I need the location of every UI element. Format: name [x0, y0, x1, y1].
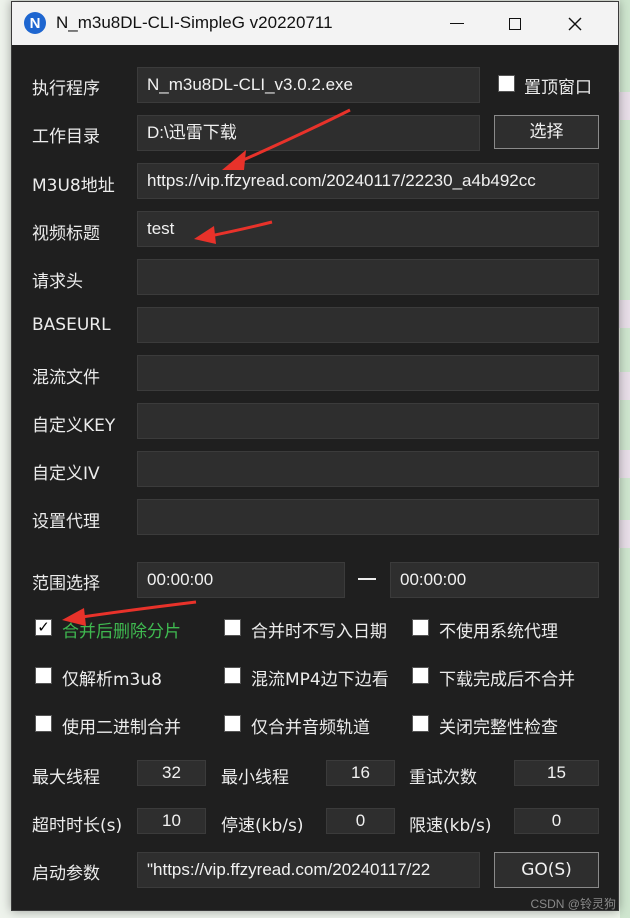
option-checkbox[interactable] [412, 715, 429, 732]
title-label: 视频标题 [32, 224, 100, 244]
mux-file-field[interactable] [137, 355, 599, 391]
stop-speed-label: 停速(kb/s) [221, 816, 304, 836]
key-label: 自定义KEY [32, 416, 116, 436]
m3u8-label: M3U8地址 [32, 176, 115, 196]
min-threads-label: 最小线程 [221, 768, 289, 788]
maximize-button[interactable] [492, 2, 538, 45]
retries-field[interactable]: 15 [514, 760, 599, 786]
title-bar[interactable]: N N_m3u8DL-CLI-SimpleG v20220711 [12, 2, 618, 45]
minimize-button[interactable] [434, 2, 480, 45]
option-label[interactable]: 使用二进制合并 [62, 713, 181, 738]
exe-field[interactable]: N_m3u8DL-CLI_v3.0.2.exe [137, 67, 480, 103]
range-separator [358, 578, 376, 580]
workdir-field[interactable]: D:\迅雷下载 [137, 115, 480, 151]
retries-label: 重试次数 [409, 768, 477, 788]
maximize-icon [509, 17, 521, 30]
option-checkbox[interactable] [224, 715, 241, 732]
go-button[interactable]: GO(S) [494, 852, 599, 888]
baseurl-label: BASEURL [32, 315, 111, 335]
baseurl-field[interactable] [137, 307, 599, 343]
timeout-label: 超时时长(s) [32, 816, 123, 836]
option-checkbox[interactable] [35, 715, 52, 732]
iv-label: 自定义IV [32, 464, 100, 484]
launch-params-label: 启动参数 [32, 864, 100, 884]
option-label[interactable]: 混流MP4边下边看 [251, 665, 389, 690]
max-threads-field[interactable]: 32 [137, 760, 206, 786]
window-title: N_m3u8DL-CLI-SimpleG v20220711 [56, 13, 333, 32]
range-end-field[interactable]: 00:00:00 [390, 562, 599, 598]
option-label[interactable]: 关闭完整性检查 [439, 713, 558, 738]
close-icon [568, 17, 582, 30]
range-label: 范围选择 [32, 574, 100, 594]
limit-speed-field[interactable]: 0 [514, 808, 599, 834]
option-label[interactable]: 仅解析m3u8 [62, 665, 162, 690]
m3u8-url-field[interactable]: https://vip.ffzyread.com/20240117/22230_… [137, 163, 599, 199]
option-checkbox[interactable] [412, 667, 429, 684]
close-button[interactable] [552, 2, 598, 45]
option-label[interactable]: 仅合并音频轨道 [251, 713, 370, 738]
proxy-field[interactable] [137, 499, 599, 535]
option-label[interactable]: 下载完成后不合并 [439, 665, 575, 690]
option-label[interactable]: 不使用系统代理 [439, 617, 558, 642]
headers-label: 请求头 [32, 272, 83, 292]
topmost-checkbox[interactable] [498, 75, 515, 92]
checkmark-icon: ✓ [37, 618, 50, 636]
option-checkbox[interactable] [35, 667, 52, 684]
timeout-field[interactable]: 10 [137, 808, 206, 834]
iv-field[interactable] [137, 451, 599, 487]
min-threads-field[interactable]: 16 [326, 760, 395, 786]
option-checkbox[interactable] [412, 619, 429, 636]
app-icon: N [24, 12, 46, 34]
stop-speed-field[interactable]: 0 [326, 808, 395, 834]
headers-field[interactable] [137, 259, 599, 295]
max-threads-label: 最大线程 [32, 768, 100, 788]
watermark: CSDN @铃灵狗 [530, 897, 616, 911]
select-dir-button[interactable]: 选择 [494, 115, 599, 149]
option-label[interactable]: 合并后删除分片 [62, 617, 181, 642]
app-window: N N_m3u8DL-CLI-SimpleG v20220711 执行程序 N_… [11, 1, 619, 911]
launch-params-field[interactable]: "https://vip.ffzyread.com/20240117/22 [137, 852, 480, 888]
option-checkbox[interactable] [224, 667, 241, 684]
exe-label: 执行程序 [32, 79, 100, 99]
workdir-label: 工作目录 [32, 127, 100, 147]
proxy-label: 设置代理 [32, 512, 100, 532]
minimize-icon [450, 22, 464, 25]
option-label[interactable]: 合并时不写入日期 [251, 617, 387, 642]
video-title-field[interactable]: test [137, 211, 599, 247]
option-checkbox[interactable]: ✓ [35, 619, 52, 636]
topmost-label[interactable]: 置顶窗口 [524, 73, 592, 98]
mux-label: 混流文件 [32, 368, 100, 388]
range-start-field[interactable]: 00:00:00 [137, 562, 345, 598]
limit-speed-label: 限速(kb/s) [409, 816, 492, 836]
key-field[interactable] [137, 403, 599, 439]
option-checkbox[interactable] [224, 619, 241, 636]
